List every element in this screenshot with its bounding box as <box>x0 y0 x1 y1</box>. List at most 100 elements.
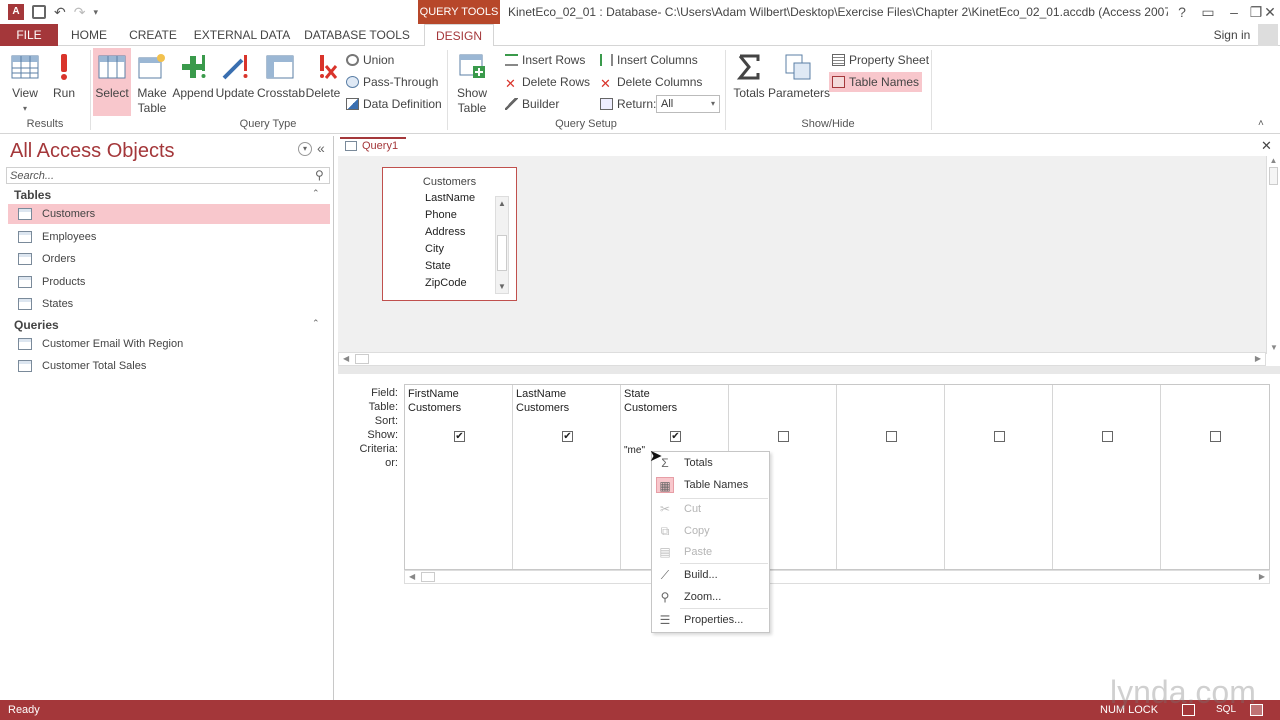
customize-qat-icon[interactable]: ▾ <box>93 7 98 18</box>
grid-column[interactable]: FirstName Customers ✔ <box>405 385 513 569</box>
undo-icon[interactable]: ↶ <box>54 4 66 21</box>
append-button[interactable]: Append <box>172 52 214 101</box>
menu-item-cut[interactable]: ✂ Cut <box>652 498 769 520</box>
redo-icon[interactable]: ↷ <box>74 4 86 21</box>
tab-file[interactable]: FILE <box>0 24 58 46</box>
make-table-button[interactable]: Make Table <box>134 52 170 116</box>
show-checkbox[interactable] <box>778 431 789 442</box>
pane-splitter[interactable] <box>338 366 1280 374</box>
show-checkbox[interactable]: ✔ <box>454 431 465 442</box>
field-lastname[interactable]: LastName <box>425 194 475 204</box>
table-pane-horizontal-scrollbar[interactable]: ◀ ▶ <box>338 352 1266 366</box>
sign-in-link[interactable]: Sign in <box>1204 24 1260 46</box>
scroll-down-icon[interactable]: ▼ <box>1270 343 1278 352</box>
search-icon[interactable]: ⚲ <box>315 168 324 182</box>
show-table-button[interactable]: Show Table <box>452 52 492 116</box>
grid-table-cell[interactable]: Customers <box>624 402 677 414</box>
scroll-thumb[interactable] <box>421 572 435 582</box>
menu-item-paste[interactable]: ▤ Paste <box>652 541 769 563</box>
nav-pane-title[interactable]: All Access Objects <box>10 140 175 163</box>
collapse-section-icon[interactable]: ⌃ <box>312 188 320 199</box>
grid-field-cell[interactable]: LastName <box>516 388 566 400</box>
grid-table-cell[interactable]: Customers <box>408 402 461 414</box>
nav-table-employees[interactable]: Employees <box>8 227 330 247</box>
field-phone[interactable]: Phone <box>425 209 457 221</box>
field-zipcode[interactable]: ZipCode <box>425 277 467 289</box>
nav-table-states[interactable]: States <box>8 294 330 314</box>
ribbon-display-icon[interactable]: ▭ <box>1196 2 1220 22</box>
shutter-bar-icon[interactable]: « <box>317 140 325 156</box>
insert-rows-button[interactable]: Insert Rows <box>505 51 585 69</box>
insert-columns-button[interactable]: Insert Columns <box>600 51 698 69</box>
scroll-up-icon[interactable]: ▲ <box>1267 156 1280 165</box>
return-select[interactable]: All ▾ <box>656 95 720 113</box>
nav-table-products[interactable]: Products <box>8 272 330 292</box>
menu-item-zoom[interactable]: ⚲ Zoom... <box>652 586 769 608</box>
nav-query-customer-email-with-region[interactable]: Customer Email With Region <box>8 334 330 354</box>
select-query-button[interactable]: Select <box>93 48 131 116</box>
scroll-right-icon[interactable]: ▶ <box>1259 572 1265 581</box>
scroll-thumb[interactable] <box>355 354 369 364</box>
collapse-section-icon[interactable]: ⌃ <box>312 318 320 329</box>
nav-table-orders[interactable]: Orders <box>8 249 330 269</box>
scroll-thumb[interactable] <box>1269 167 1278 185</box>
scroll-right-icon[interactable]: ▶ <box>1255 354 1261 363</box>
nav-search-input[interactable]: Search... <box>6 167 330 184</box>
field-address[interactable]: Address <box>425 226 465 238</box>
data-definition-button[interactable]: Data Definition <box>346 95 442 113</box>
menu-item-table-names[interactable]: ▦ Table Names <box>652 474 769 496</box>
grid-table-cell[interactable]: Customers <box>516 402 569 414</box>
tables-section-header[interactable]: Tables <box>14 188 51 202</box>
close-icon[interactable]: ✕ <box>1260 2 1280 22</box>
help-button[interactable]: ? <box>1170 2 1194 22</box>
tab-design[interactable]: DESIGN <box>424 24 494 47</box>
close-document-icon[interactable]: ✕ <box>1261 138 1272 154</box>
grid-column[interactable] <box>837 385 945 569</box>
avatar[interactable] <box>1258 24 1278 46</box>
nav-query-customer-total-sales[interactable]: Customer Total Sales <box>8 356 330 376</box>
parameters-button[interactable]: Parameters <box>768 52 830 101</box>
show-checkbox[interactable] <box>886 431 897 442</box>
table-names-button[interactable]: Table Names <box>829 72 923 92</box>
property-sheet-button[interactable]: Property Sheet <box>832 51 929 69</box>
save-icon[interactable] <box>32 5 46 19</box>
show-checkbox[interactable] <box>1102 431 1113 442</box>
show-checkbox[interactable]: ✔ <box>670 431 681 442</box>
query-design-grid[interactable]: FirstName Customers ✔ LastName Customers… <box>404 384 1270 570</box>
field-list-title[interactable]: Customers <box>383 176 516 188</box>
field-city[interactable]: City <box>425 243 444 255</box>
queries-section-header[interactable]: Queries <box>14 318 59 332</box>
customers-field-list[interactable]: Customers LastName Phone Address City St… <box>382 167 517 301</box>
table-pane-vertical-scrollbar[interactable]: ▲ ▼ <box>1266 156 1280 354</box>
totals-button[interactable]: Totals <box>731 52 767 101</box>
show-checkbox[interactable]: ✔ <box>562 431 573 442</box>
field-list-scrollbar[interactable]: ▲ ▼ <box>495 196 509 294</box>
grid-column[interactable]: LastName Customers ✔ <box>513 385 621 569</box>
nav-menu-icon[interactable]: ▾ <box>298 142 312 156</box>
show-checkbox[interactable] <box>994 431 1005 442</box>
grid-column[interactable] <box>1053 385 1161 569</box>
delete-columns-button[interactable]: ✕ Delete Columns <box>600 73 702 91</box>
grid-column[interactable] <box>945 385 1053 569</box>
nav-table-customers[interactable]: Customers <box>8 204 330 224</box>
field-state[interactable]: State <box>425 260 451 272</box>
grid-column[interactable] <box>1161 385 1269 569</box>
menu-item-properties[interactable]: ☰ Properties... <box>652 609 769 631</box>
tab-database-tools[interactable]: DATABASE TOOLS <box>304 24 410 46</box>
criteria-cell[interactable]: "me" <box>624 445 645 456</box>
menu-item-copy[interactable]: ⧉ Copy <box>652 520 769 542</box>
run-button[interactable]: Run <box>48 52 80 101</box>
tab-home[interactable]: HOME <box>64 24 114 46</box>
grid-field-cell[interactable]: FirstName <box>408 388 459 400</box>
tab-external-data[interactable]: EXTERNAL DATA <box>192 24 292 46</box>
scroll-down-icon[interactable]: ▼ <box>498 282 506 291</box>
document-tab-query1[interactable]: Query1 <box>340 137 406 154</box>
delete-rows-button[interactable]: ✕ Delete Rows <box>505 73 590 91</box>
delete-query-button[interactable]: Delete <box>305 52 341 101</box>
scroll-thumb[interactable] <box>497 235 507 271</box>
scroll-up-icon[interactable]: ▲ <box>498 199 506 208</box>
grid-field-cell[interactable]: State <box>624 388 650 400</box>
pass-through-button[interactable]: Pass-Through <box>346 73 438 91</box>
builder-button[interactable]: Builder <box>505 95 559 113</box>
scroll-left-icon[interactable]: ◀ <box>409 572 415 581</box>
